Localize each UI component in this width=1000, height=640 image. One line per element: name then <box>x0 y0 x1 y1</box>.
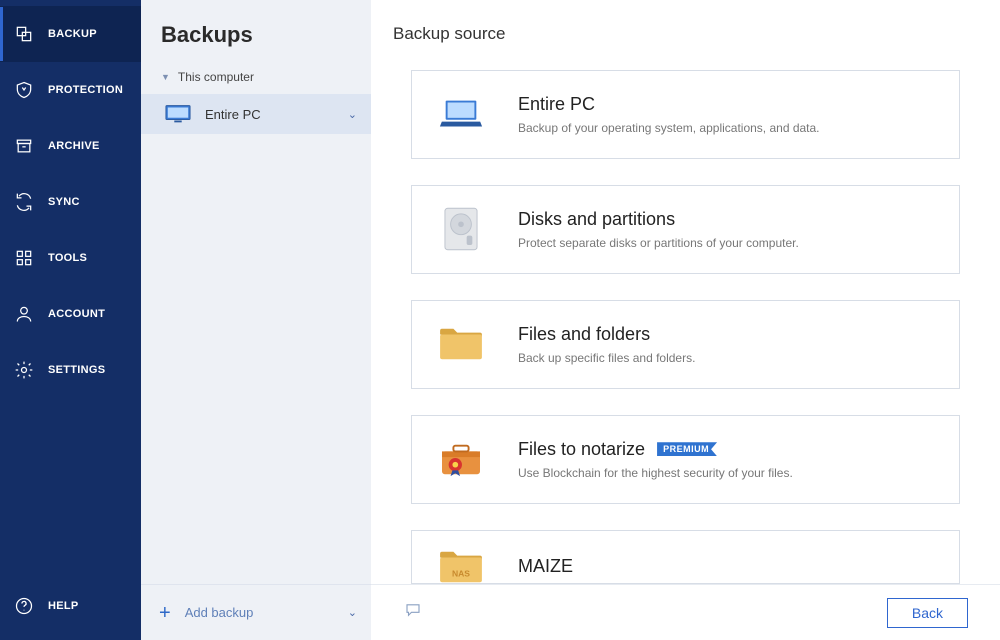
option-files-folders[interactable]: Files and folders Back up specific files… <box>411 300 960 389</box>
nav-help[interactable]: HELP <box>0 578 141 634</box>
option-title: Disks and partitions <box>518 209 799 230</box>
option-sub: Use Blockchain for the highest security … <box>518 466 793 480</box>
comment-icon[interactable] <box>403 601 423 624</box>
backup-icon <box>14 24 34 44</box>
nav-protection-label: PROTECTION <box>48 84 123 96</box>
laptop-icon <box>438 91 484 137</box>
folder-icon <box>438 321 484 367</box>
option-title: Files to notarize PREMIUM <box>518 439 793 460</box>
shield-icon <box>14 80 34 100</box>
backups-panel: Backups ▼ This computer Entire PC ⌄ + Ad… <box>141 0 371 640</box>
nas-folder-icon: NAS <box>438 544 484 584</box>
backups-group-this-computer[interactable]: ▼ This computer <box>141 66 371 94</box>
option-sub: Protect separate disks or partitions of … <box>518 236 799 250</box>
page-title: Backup source <box>371 0 1000 54</box>
add-backup-row: + Add backup ⌄ <box>141 584 371 640</box>
nav-settings-label: SETTINGS <box>48 364 105 376</box>
nav-help-label: HELP <box>48 600 79 612</box>
option-body: Disks and partitions Protect separate di… <box>518 209 799 250</box>
option-disks[interactable]: Disks and partitions Protect separate di… <box>411 185 960 274</box>
nav-archive[interactable]: ARCHIVE <box>0 118 141 174</box>
option-title: MAIZE <box>518 556 573 577</box>
gear-icon <box>14 360 34 380</box>
chevron-down-icon: ▼ <box>161 72 170 82</box>
briefcase-seal-icon <box>438 436 484 482</box>
nav-main-group: BACKUP PROTECTION ARCHIVE SYNC TOOLS <box>0 0 141 578</box>
nav-sync-label: SYNC <box>48 196 80 208</box>
primary-nav: BACKUP PROTECTION ARCHIVE SYNC TOOLS <box>0 0 141 640</box>
help-icon <box>14 596 34 616</box>
option-sub: Backup of your operating system, applica… <box>518 121 820 135</box>
option-entire-pc[interactable]: Entire PC Backup of your operating syste… <box>411 70 960 159</box>
sync-icon <box>14 192 34 212</box>
nav-protection[interactable]: PROTECTION <box>0 62 141 118</box>
option-body: Entire PC Backup of your operating syste… <box>518 94 820 135</box>
premium-badge: PREMIUM <box>657 442 717 456</box>
nav-account-label: ACCOUNT <box>48 308 105 320</box>
option-title: Entire PC <box>518 94 820 115</box>
option-body: MAIZE <box>518 556 573 577</box>
main-footer: Back <box>371 584 1000 640</box>
tools-icon <box>14 248 34 268</box>
option-maize[interactable]: NAS MAIZE <box>411 530 960 584</box>
nav-backup[interactable]: BACKUP <box>0 6 141 62</box>
chevron-down-icon[interactable]: ⌄ <box>348 108 357 121</box>
add-backup-button[interactable]: Add backup <box>185 605 334 620</box>
nav-tools[interactable]: TOOLS <box>0 230 141 286</box>
hdd-icon <box>438 206 484 252</box>
plus-icon[interactable]: + <box>159 603 171 623</box>
backup-entry-entire-pc[interactable]: Entire PC ⌄ <box>141 94 371 134</box>
chevron-down-icon[interactable]: ⌄ <box>348 606 357 619</box>
nav-sync[interactable]: SYNC <box>0 174 141 230</box>
nav-tools-label: TOOLS <box>48 252 87 264</box>
nav-settings[interactable]: SETTINGS <box>0 342 141 398</box>
back-button[interactable]: Back <box>887 598 968 628</box>
option-title: Files and folders <box>518 324 695 345</box>
source-options: Entire PC Backup of your operating syste… <box>371 54 1000 584</box>
monitor-icon <box>165 104 191 124</box>
nav-archive-label: ARCHIVE <box>48 140 100 152</box>
nav-account[interactable]: ACCOUNT <box>0 286 141 342</box>
nav-backup-label: BACKUP <box>48 28 97 40</box>
option-title-text: Files to notarize <box>518 439 645 460</box>
option-body: Files to notarize PREMIUM Use Blockchain… <box>518 439 793 480</box>
backups-group-label: This computer <box>178 70 254 84</box>
option-notarize[interactable]: Files to notarize PREMIUM Use Blockchain… <box>411 415 960 504</box>
account-icon <box>14 304 34 324</box>
archive-icon <box>14 136 34 156</box>
main-pane: Backup source Entire PC Backup of your o… <box>371 0 1000 640</box>
nav-help-group: HELP <box>0 578 141 640</box>
backup-entry-label: Entire PC <box>205 107 261 122</box>
option-sub: Back up specific files and folders. <box>518 351 695 365</box>
option-body: Files and folders Back up specific files… <box>518 324 695 365</box>
backups-title: Backups <box>141 0 371 66</box>
svg-text:NAS: NAS <box>452 568 470 578</box>
